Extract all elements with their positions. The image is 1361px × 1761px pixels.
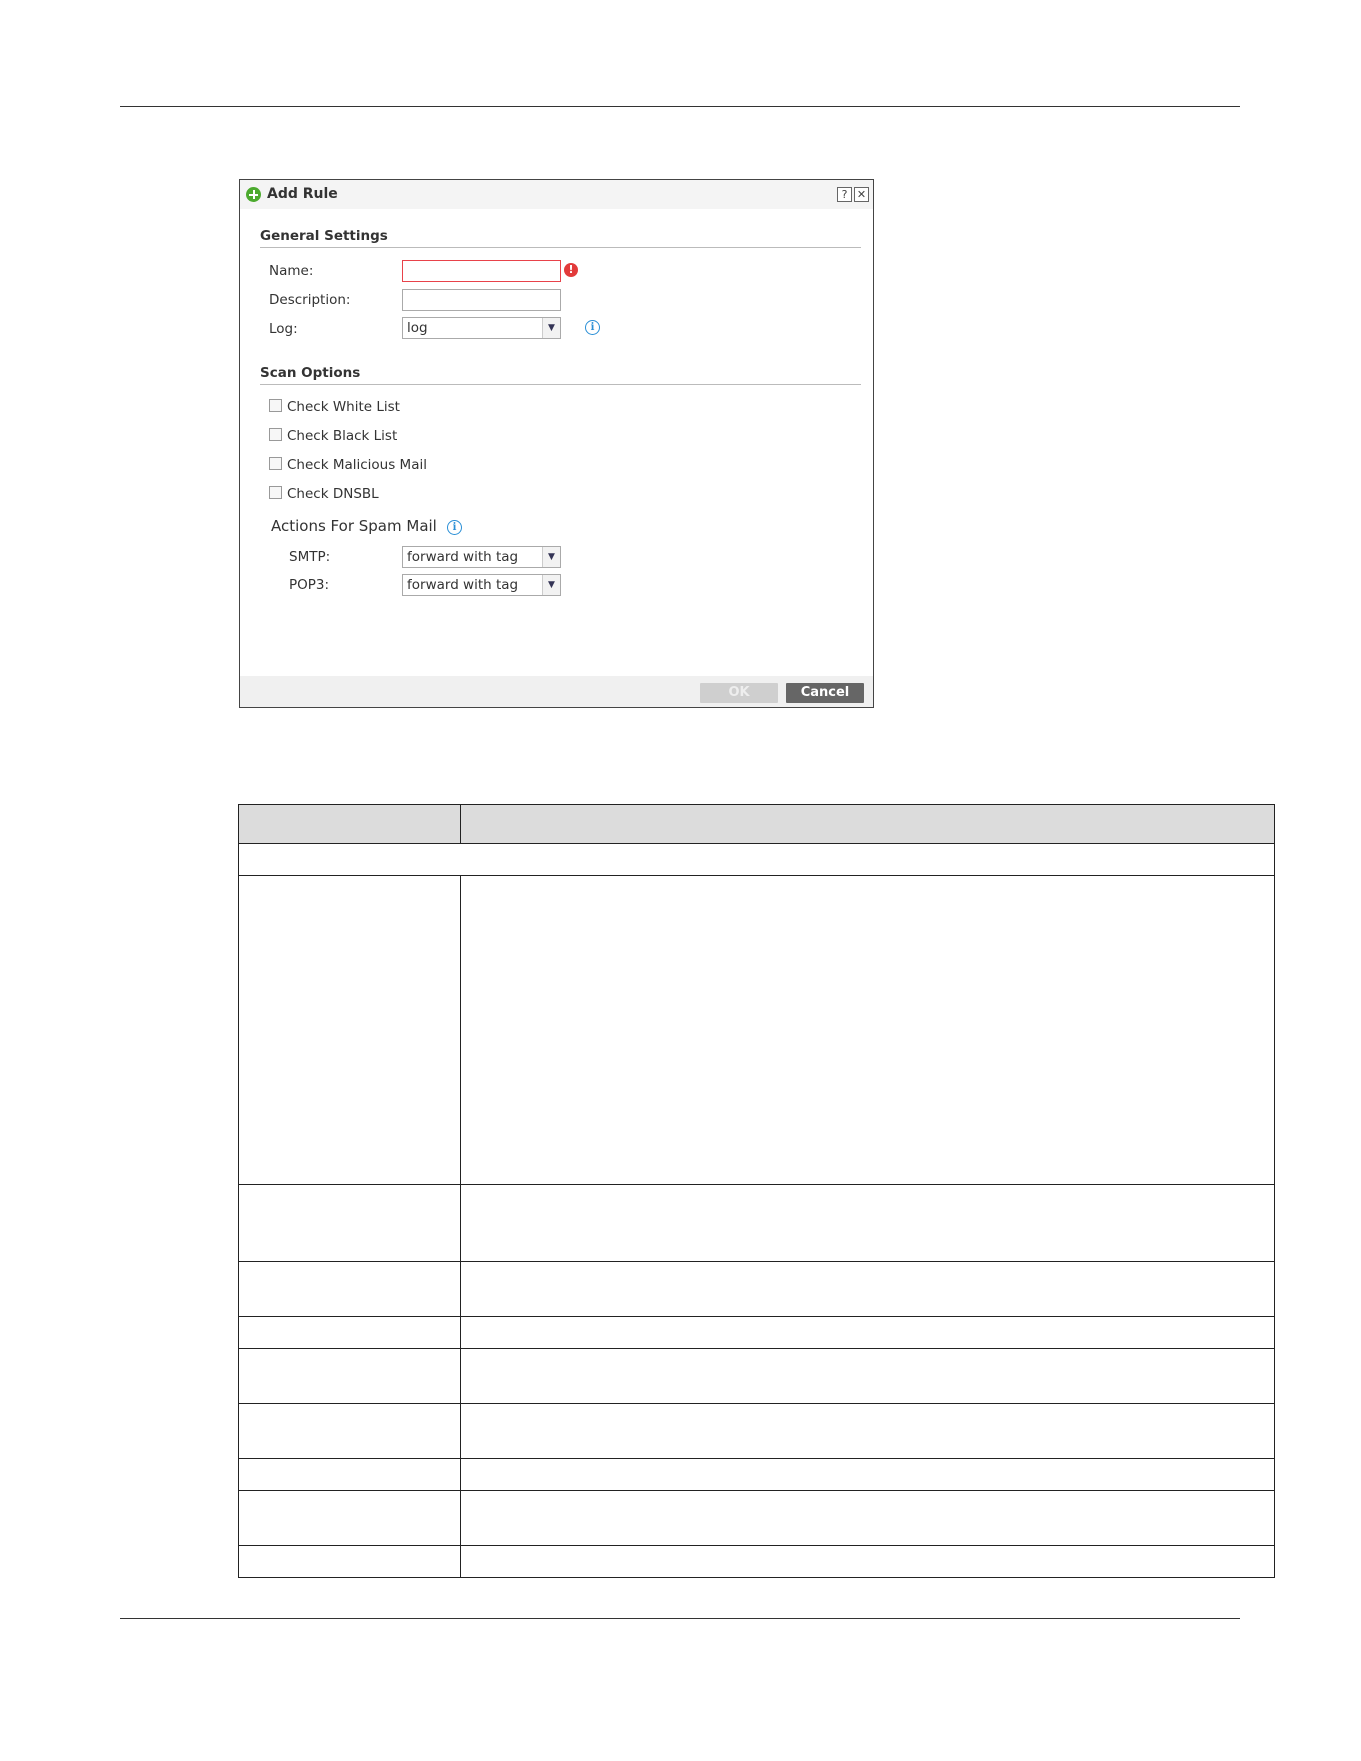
table-row: [238, 1403, 1275, 1459]
smtp-action-select[interactable]: forward with tag ▼: [402, 546, 561, 568]
table-header-row: [238, 804, 1275, 844]
table-cell: [238, 843, 1275, 876]
table-cell: [460, 1458, 1275, 1491]
info-icon[interactable]: i: [447, 520, 462, 535]
pop3-label: POP3:: [289, 577, 330, 593]
ok-button[interactable]: OK: [700, 683, 778, 703]
help-icon[interactable]: ?: [837, 187, 852, 202]
dialog-titlebar: Add Rule ? ✕: [240, 180, 873, 209]
table-row: [238, 1348, 1275, 1404]
chevron-down-icon: ▼: [542, 575, 560, 595]
check-black-list-label: Check Black List: [287, 428, 398, 444]
smtp-label: SMTP:: [289, 549, 331, 565]
check-malicious-mail-checkbox[interactable]: [269, 457, 282, 470]
name-field[interactable]: [402, 260, 561, 282]
add-icon: [246, 187, 261, 202]
description-label: Description:: [269, 292, 351, 308]
chevron-down-icon: ▼: [542, 318, 560, 338]
table-cell: [238, 1458, 461, 1491]
table-row: [238, 1316, 1275, 1349]
table-cell: [460, 875, 1275, 1185]
check-white-list-option[interactable]: Check White List: [269, 399, 400, 415]
section-divider: [260, 247, 861, 248]
table-cell: [238, 875, 461, 1185]
table-row: [238, 875, 1275, 1185]
table-cell: [460, 1184, 1275, 1262]
section-divider: [260, 384, 861, 385]
footer-rule: [120, 1618, 1240, 1619]
general-settings-title: General Settings: [260, 228, 388, 244]
table-row: [238, 1545, 1275, 1578]
table-cell: [460, 1403, 1275, 1459]
add-rule-dialog: Add Rule ? ✕ General Settings Name: ! De…: [239, 179, 874, 708]
table-cell: [238, 1348, 461, 1404]
header-rule: [120, 106, 1240, 107]
dialog-title: Add Rule: [267, 186, 338, 202]
close-icon[interactable]: ✕: [854, 187, 869, 202]
field-description-table: [238, 804, 1275, 1578]
table-cell: [238, 1261, 461, 1317]
table-row: [238, 1261, 1275, 1317]
name-label: Name:: [269, 263, 314, 279]
table-row: [238, 1184, 1275, 1262]
actions-for-spam-mail-title: Actions For Spam Mail: [271, 517, 437, 535]
check-dnsbl-label: Check DNSBL: [287, 486, 379, 502]
table-cell: [460, 1348, 1275, 1404]
scan-options-title: Scan Options: [260, 365, 361, 381]
smtp-action-value: forward with tag: [407, 549, 519, 565]
table-cell: [460, 1316, 1275, 1349]
table-row: [238, 843, 1275, 876]
cancel-button[interactable]: Cancel: [786, 683, 864, 703]
check-white-list-label: Check White List: [287, 399, 400, 415]
dialog-footer: OK Cancel: [240, 676, 873, 707]
table-cell: [238, 1184, 461, 1262]
info-icon[interactable]: i: [585, 320, 600, 335]
pop3-action-value: forward with tag: [407, 577, 519, 593]
table-cell: [460, 1261, 1275, 1317]
table-cell: [460, 1490, 1275, 1546]
check-dnsbl-checkbox[interactable]: [269, 486, 282, 499]
check-malicious-mail-option[interactable]: Check Malicious Mail: [269, 457, 427, 473]
check-black-list-checkbox[interactable]: [269, 428, 282, 441]
log-select-value: log: [407, 320, 428, 336]
check-black-list-option[interactable]: Check Black List: [269, 428, 397, 444]
description-field[interactable]: [402, 289, 561, 311]
table-cell: [238, 1490, 461, 1546]
log-label: Log:: [269, 321, 298, 337]
chevron-down-icon: ▼: [542, 547, 560, 567]
table-header-cell: [460, 804, 1275, 844]
table-header-cell: [238, 804, 461, 844]
table-cell: [238, 1316, 461, 1349]
check-malicious-mail-label: Check Malicious Mail: [287, 457, 427, 473]
table-cell: [238, 1545, 461, 1578]
error-icon: !: [564, 263, 578, 277]
table-cell: [460, 1545, 1275, 1578]
check-white-list-checkbox[interactable]: [269, 399, 282, 412]
table-row: [238, 1458, 1275, 1491]
check-dnsbl-option[interactable]: Check DNSBL: [269, 486, 379, 502]
pop3-action-select[interactable]: forward with tag ▼: [402, 574, 561, 596]
log-select[interactable]: log ▼: [402, 317, 561, 339]
table-cell: [238, 1403, 461, 1459]
table-row: [238, 1490, 1275, 1546]
